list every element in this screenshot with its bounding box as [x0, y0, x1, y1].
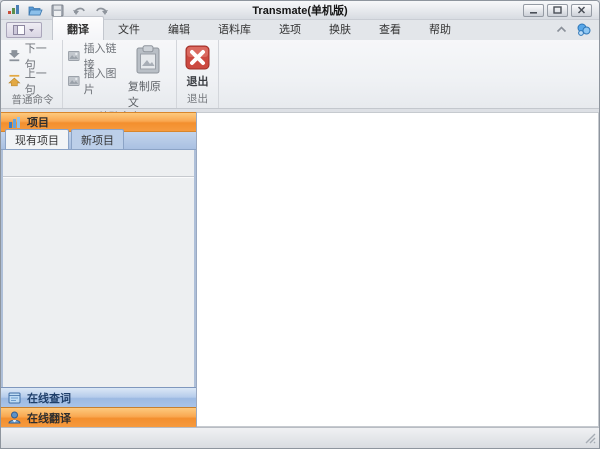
- tab-translate[interactable]: 翻译: [52, 16, 104, 40]
- picture-icon: [68, 50, 80, 62]
- accordion-online-translate[interactable]: 在线翻译: [1, 407, 196, 427]
- app-window: Transmate(单机版) 翻译 文件 编辑 语料库 选项 换肤: [0, 0, 600, 449]
- copy-source-label: 复制原文: [128, 78, 169, 110]
- window-controls: [523, 4, 599, 17]
- project-tabs: 现有项目 新项目: [1, 132, 196, 150]
- view-layout-button[interactable]: [6, 22, 42, 38]
- online-dictionary-icon: [8, 391, 21, 404]
- save-icon[interactable]: [50, 3, 65, 17]
- main-area: 项目 现有项目 新项目 在线查词: [1, 112, 599, 427]
- online-bubbles-icon[interactable]: [577, 23, 591, 36]
- ribbon: 下一句 上一句 普通命令: [1, 40, 599, 109]
- tab-bar-right-icons: [556, 23, 599, 40]
- exit-button[interactable]: 退出: [180, 43, 215, 89]
- project-panel-title: 项目: [27, 114, 49, 130]
- online-translator-icon: [8, 411, 21, 424]
- open-file-icon[interactable]: [28, 3, 43, 17]
- sidebar: 项目 现有项目 新项目 在线查词: [1, 112, 197, 427]
- project-list[interactable]: [1, 150, 196, 387]
- next-sentence-button[interactable]: 下一句: [5, 45, 60, 66]
- project-list-divider: [3, 176, 194, 178]
- close-button[interactable]: [571, 4, 592, 17]
- group-label-exit: 退出: [179, 92, 216, 108]
- status-bar: [1, 427, 599, 448]
- quick-access-toolbar: [1, 3, 109, 17]
- maximize-button[interactable]: [547, 4, 568, 17]
- exit-label: 退出: [187, 73, 209, 89]
- tab-help[interactable]: 帮助: [415, 17, 465, 40]
- app-logo-icon[interactable]: [6, 3, 21, 17]
- insert-link-button[interactable]: 插入链接: [65, 45, 123, 66]
- insert-image-button[interactable]: 插入图片: [65, 70, 123, 91]
- arrow-down-to-line-icon: [8, 49, 21, 62]
- ribbon-tab-bar: 翻译 文件 编辑 语料库 选项 换肤 查看 帮助: [1, 20, 599, 40]
- reading-layout-icon: [13, 25, 25, 35]
- editor-content-area[interactable]: [197, 112, 599, 427]
- resize-grip-icon[interactable]: [584, 432, 596, 444]
- tab-skin[interactable]: 换肤: [315, 17, 365, 40]
- tab-file[interactable]: 文件: [104, 17, 154, 40]
- minimize-button[interactable]: [523, 4, 544, 17]
- prev-sentence-button[interactable]: 上一句: [5, 70, 60, 91]
- chevron-down-icon: [28, 28, 35, 33]
- prev-sentence-label: 上一句: [25, 65, 57, 97]
- redo-icon[interactable]: [94, 3, 109, 17]
- project-icon: [8, 116, 21, 129]
- undo-icon[interactable]: [72, 3, 87, 17]
- collapse-ribbon-icon[interactable]: [556, 26, 567, 33]
- tab-view[interactable]: 查看: [365, 17, 415, 40]
- group-label-common: 普通命令: [5, 93, 60, 108]
- clipboard-icon: [134, 45, 162, 75]
- tab-new-project[interactable]: 新项目: [71, 129, 124, 149]
- arrow-up-from-line-icon: [8, 74, 21, 87]
- ribbon-group-exit: 退出 退出: [177, 40, 219, 108]
- ribbon-group-common-commands: 下一句 上一句 普通命令: [3, 40, 63, 108]
- tab-options[interactable]: 选项: [265, 17, 315, 40]
- exit-red-x-icon: [185, 45, 210, 70]
- picture-icon: [68, 75, 80, 87]
- tab-existing-projects[interactable]: 现有项目: [5, 129, 69, 149]
- online-dictionary-label: 在线查词: [27, 390, 71, 406]
- tab-corpus[interactable]: 语料库: [204, 17, 265, 40]
- accordion-online-dictionary[interactable]: 在线查词: [1, 387, 196, 407]
- tab-edit[interactable]: 编辑: [154, 17, 204, 40]
- copy-source-button[interactable]: 复制原文: [123, 43, 174, 110]
- ribbon-group-special-commands: 插入链接 插入图片: [63, 40, 177, 108]
- insert-image-label: 插入图片: [84, 65, 120, 97]
- online-translate-label: 在线翻译: [27, 410, 71, 426]
